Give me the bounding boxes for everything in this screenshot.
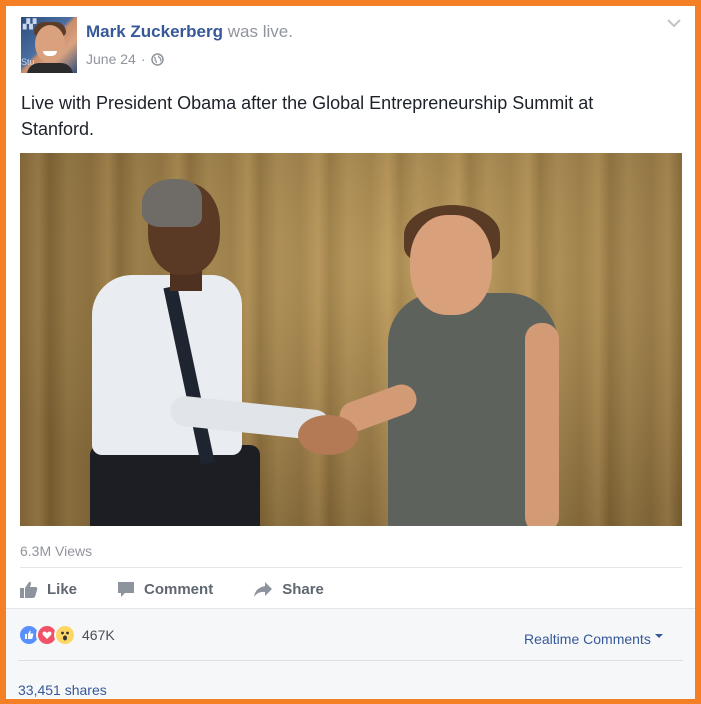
chevron-down-icon[interactable] <box>667 18 681 28</box>
post-header: Mark Zuckerberg was live. <box>86 22 293 42</box>
reaction-count: 467K <box>82 627 115 643</box>
video-figure-part <box>142 179 202 227</box>
globe-icon[interactable] <box>150 52 164 66</box>
comment-icon <box>118 581 135 597</box>
share-count[interactable]: 33,451 shares <box>18 682 107 698</box>
avatar-face <box>35 25 65 63</box>
comment-button[interactable]: Comment <box>117 581 213 598</box>
avatar-shirt <box>27 63 73 73</box>
divider <box>18 660 683 661</box>
thumbs-up-icon <box>20 581 38 598</box>
author-avatar[interactable]: ▞▞ Stu <box>21 17 77 73</box>
share-arrow-icon <box>254 581 273 597</box>
like-button[interactable]: Like <box>20 581 77 598</box>
realtime-comments-toggle[interactable]: Realtime Comments <box>524 631 663 647</box>
post-card: ▞▞ Stu Mark Zuckerberg was live. June 24… <box>6 6 695 699</box>
meta-separator: · <box>140 51 146 67</box>
post-text: Live with President Obama after the Glob… <box>21 93 594 139</box>
live-video[interactable] <box>20 153 682 526</box>
comment-label: Comment <box>144 580 214 598</box>
post-action: was live. <box>227 22 293 41</box>
post-date[interactable]: June 24 <box>86 51 136 67</box>
action-bar: Like Comment Share <box>20 572 364 606</box>
post-meta: June 24 · <box>86 51 164 67</box>
video-figure-part <box>90 445 260 526</box>
caret-down-icon <box>654 634 663 638</box>
like-label: Like <box>47 580 78 598</box>
wow-reaction-icon <box>54 624 76 646</box>
share-button[interactable]: Share <box>253 581 324 598</box>
video-figure-part <box>525 323 559 526</box>
video-handshake <box>298 415 358 455</box>
share-label: Share <box>282 580 324 598</box>
author-name[interactable]: Mark Zuckerberg <box>86 22 223 41</box>
view-count: 6.3M Views <box>20 543 93 559</box>
divider <box>20 567 682 568</box>
realtime-comments-label: Realtime Comments <box>524 631 651 647</box>
reactions-summary[interactable]: 467K <box>18 624 115 646</box>
feedback-section: 467K Realtime Comments 33,451 shares <box>6 608 695 699</box>
video-figure-part <box>410 215 492 315</box>
